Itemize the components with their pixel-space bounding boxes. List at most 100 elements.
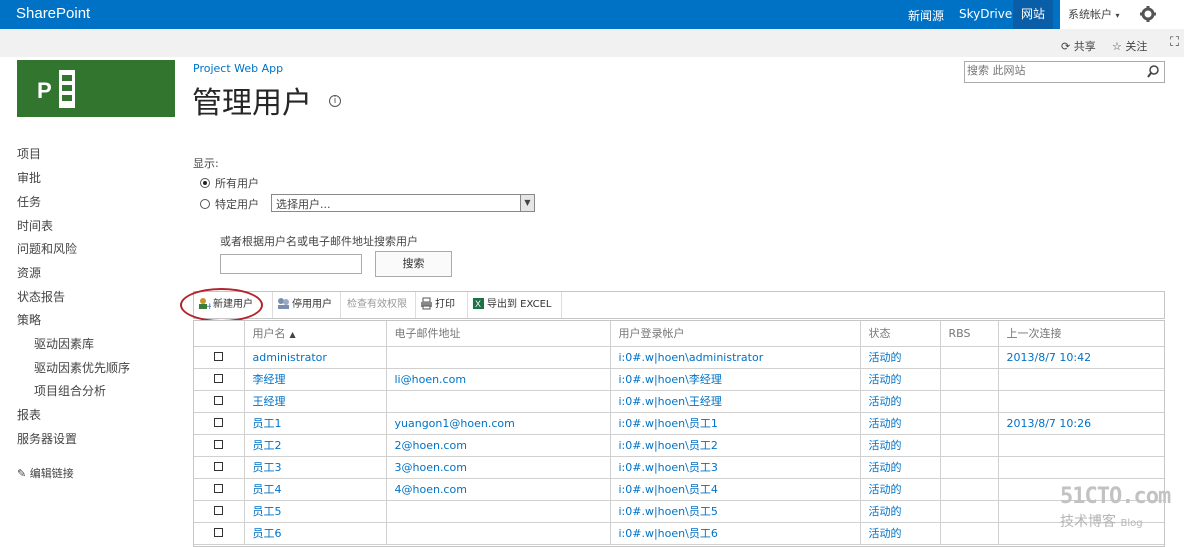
table-row[interactable]: administrator i:0#.w|hoen\administrator 活动… [194,346,1164,369]
suite-link-sites[interactable]: 网站 [1013,0,1054,29]
row-checkbox[interactable] [194,368,245,391]
user-name-link[interactable]: 员工1 [244,412,387,435]
row-checkbox[interactable] [194,390,245,413]
table-row[interactable]: 员工6 i:0#.w|hoen\员工6 活动的 [194,522,1164,545]
user-menu[interactable]: 系统帐户 ▾ [1060,0,1136,29]
status-cell[interactable]: 活动的 [860,500,941,523]
status-cell[interactable]: 活动的 [860,478,941,501]
row-checkbox[interactable] [194,346,245,369]
row-checkbox[interactable] [194,522,245,545]
nav-item-portfolio-analysis[interactable]: 项目组合分析 [34,382,106,399]
table-row[interactable]: 员工2 2@hoen.com i:0#.w|hoen\员工2 活动的 [194,434,1164,457]
table-row[interactable]: 员工4 4@hoen.com i:0#.w|hoen\员工4 活动的 [194,478,1164,501]
login-account-link[interactable]: i:0#.w|hoen\员工1 [610,412,861,435]
checkbox-icon[interactable] [214,395,224,405]
select-all-header[interactable] [194,321,245,347]
share-button[interactable]: ⟳ 共享 [1061,38,1096,54]
status-cell[interactable]: 活动的 [860,390,941,413]
search-icon[interactable] [1147,65,1160,81]
disable-user-button[interactable]: 停用用户 [273,292,341,318]
status-cell[interactable]: 活动的 [860,456,941,479]
login-account-link[interactable]: i:0#.w|hoen\员工4 [610,478,861,501]
table-row[interactable]: 员工3 3@hoen.com i:0#.w|hoen\员工3 活动的 [194,456,1164,479]
suite-link-skydrive[interactable]: SkyDrive [959,7,1012,21]
nav-item-issues-risks[interactable]: 问题和风险 [17,240,77,257]
user-select[interactable]: 选择用户... ▼ [271,194,535,212]
status-cell[interactable]: 活动的 [860,522,941,545]
export-excel-button[interactable]: X 导出到 EXCEL [468,292,562,318]
login-account-link[interactable]: i:0#.w|hoen\员工6 [610,522,861,545]
checkbox-icon[interactable] [214,439,224,449]
suite-link-newsfeed[interactable]: 新闻源 [908,7,944,24]
table-row[interactable]: 员工1 yuangon1@hoen.com i:0#.w|hoen\员工1 活动的 20… [194,412,1164,435]
print-button[interactable]: 打印 [416,292,468,318]
user-name-link[interactable]: 员工6 [244,522,387,545]
nav-item-driver-priority[interactable]: 驱动因素优先顺序 [34,359,130,376]
checkbox-icon[interactable] [214,373,224,383]
status-cell[interactable]: 活动的 [860,434,941,457]
edit-links[interactable]: ✎ 编辑链接 [17,465,74,481]
login-account-link[interactable]: i:0#.w|hoen\员工3 [610,456,861,479]
column-header-login-account[interactable]: 用户登录帐户 [610,321,861,347]
nav-item-strategy[interactable]: 策略 [17,311,41,328]
checkbox-icon[interactable] [214,351,224,361]
sharepoint-brand[interactable]: SharePoint [16,5,90,22]
gear-icon[interactable] [1136,0,1164,29]
login-account-link[interactable]: i:0#.w|hoen\administrator [610,346,861,369]
follow-button[interactable]: ☆ 关注 [1112,38,1147,54]
user-name-link[interactable]: 员工4 [244,478,387,501]
checkbox-icon[interactable] [214,505,224,515]
user-name-link[interactable]: 王经理 [244,390,387,413]
column-header-rbs[interactable]: RBS [940,321,999,347]
login-account-link[interactable]: i:0#.w|hoen\王经理 [610,390,861,413]
column-header-email[interactable]: 电子邮件地址 [386,321,611,347]
user-search-button[interactable]: 搜索 [375,251,452,277]
row-checkbox[interactable] [194,434,245,457]
user-search-input[interactable] [220,254,362,274]
status-cell[interactable]: 活动的 [860,346,941,369]
user-name-link[interactable]: 员工5 [244,500,387,523]
checkbox-icon[interactable] [214,461,224,471]
nav-item-status-reports[interactable]: 状态报告 [17,288,65,305]
chevron-down-icon[interactable]: ▼ [520,195,534,211]
column-header-status[interactable]: 状态 [860,321,941,347]
breadcrumb[interactable]: Project Web App [193,62,283,75]
table-row[interactable]: 王经理 i:0#.w|hoen\王经理 活动的 [194,390,1164,413]
checkbox-icon[interactable] [214,483,224,493]
status-cell[interactable]: 活动的 [860,412,941,435]
nav-item-projects[interactable]: 项目 [17,145,41,162]
checkbox-icon[interactable] [214,527,224,537]
radio-all-users[interactable]: 所有用户 [200,175,259,191]
search-input[interactable] [967,64,1137,77]
user-name-link[interactable]: 李经理 [244,368,387,391]
user-name-link[interactable]: 员工2 [244,434,387,457]
row-checkbox[interactable] [194,478,245,501]
nav-item-reports[interactable]: 报表 [17,406,41,423]
row-checkbox[interactable] [194,412,245,435]
column-header-username[interactable]: 用户名 ▲ [244,321,387,347]
nav-item-timesheet[interactable]: 时间表 [17,217,53,234]
nav-item-server-settings[interactable]: 服务器设置 [17,430,77,447]
info-icon[interactable]: i [329,95,341,107]
project-logo[interactable]: P [17,60,175,117]
table-row[interactable]: 李经理 li@hoen.com i:0#.w|hoen\李经理 活动的 [194,368,1164,391]
row-checkbox[interactable] [194,456,245,479]
table-row[interactable]: 员工5 i:0#.w|hoen\员工5 活动的 [194,500,1164,523]
user-name-link[interactable]: administrator [244,346,387,369]
checkbox-icon[interactable] [214,417,224,427]
nav-item-tasks[interactable]: 任务 [17,193,41,210]
radio-specific-user[interactable]: 特定用户 [200,196,259,212]
user-name-link[interactable]: 员工3 [244,456,387,479]
nav-item-resources[interactable]: 资源 [17,264,41,281]
login-account-link[interactable]: i:0#.w|hoen\李经理 [610,368,861,391]
login-account-link[interactable]: i:0#.w|hoen\员工5 [610,500,861,523]
login-account-link[interactable]: i:0#.w|hoen\员工2 [610,434,861,457]
check-permissions-button[interactable]: 检查有效权限 [341,292,416,318]
nav-item-approvals[interactable]: 审批 [17,169,41,186]
column-header-last-connected[interactable]: 上一次连接 [998,321,1164,347]
nav-item-driver-library[interactable]: 驱动因素库 [34,335,94,352]
focus-icon[interactable] [1164,0,1184,29]
fullscreen-icon[interactable]: ⛶ [1170,35,1179,50]
status-cell[interactable]: 活动的 [860,368,941,391]
row-checkbox[interactable] [194,500,245,523]
